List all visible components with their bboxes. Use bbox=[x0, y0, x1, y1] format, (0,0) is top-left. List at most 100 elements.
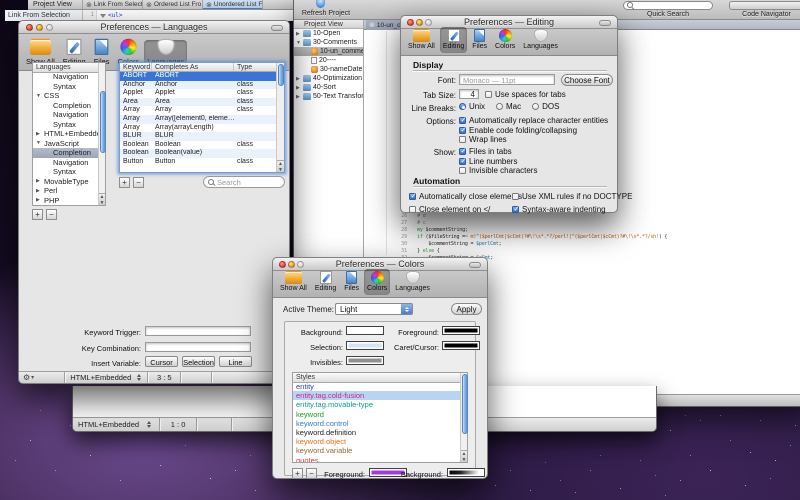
file-tab[interactable]: ⊗ Ordered List Fro… bbox=[143, 0, 203, 9]
table-row[interactable]: Area Area class bbox=[120, 98, 276, 107]
file-tab[interactable]: ⊗ Unordered List F… bbox=[203, 0, 263, 9]
zoom-button[interactable] bbox=[46, 24, 53, 31]
add-keyword-button[interactable]: + bbox=[119, 177, 130, 188]
tree-item[interactable]: ▶ 40-Optimization bbox=[294, 74, 363, 83]
disclosure-triangle-icon[interactable]: ▶ bbox=[36, 197, 42, 203]
toolbar-toggle-button[interactable] bbox=[599, 20, 611, 26]
close-tab-icon[interactable]: ⊗ bbox=[86, 1, 92, 9]
language-item[interactable]: ▼ JavaScript bbox=[33, 139, 98, 149]
minimize-button[interactable] bbox=[288, 261, 295, 268]
table-row[interactable]: Array Array class bbox=[120, 106, 276, 115]
preferences-toolbar-item[interactable]: Show All bbox=[277, 270, 310, 295]
minimize-button[interactable] bbox=[416, 19, 423, 26]
language-item[interactable]: Completion bbox=[33, 101, 98, 111]
radio-button[interactable] bbox=[532, 103, 539, 110]
font-field[interactable]: Monaco — 11pt bbox=[459, 74, 555, 85]
radio-button[interactable] bbox=[496, 103, 503, 110]
checkbox-row[interactable]: Close element on </ bbox=[409, 203, 512, 216]
checkbox[interactable] bbox=[409, 206, 416, 213]
table-row[interactable]: Button Button class bbox=[120, 158, 276, 167]
preferences-toolbar-item[interactable]: Colors bbox=[364, 269, 390, 295]
scrollbar[interactable]: ▲▼ bbox=[276, 63, 284, 172]
checkbox[interactable] bbox=[459, 136, 466, 143]
apply-button[interactable]: Apply bbox=[451, 303, 482, 315]
remove-language-button[interactable]: − bbox=[46, 209, 57, 220]
close-tab-icon[interactable]: ⊗ bbox=[369, 21, 375, 29]
table-row[interactable]: ABORT ABORT bbox=[120, 72, 276, 81]
language-item[interactable]: Navigation bbox=[33, 158, 98, 168]
language-item[interactable]: ▶ PHP bbox=[33, 196, 98, 206]
column-header[interactable]: Type bbox=[234, 63, 278, 71]
checkbox-row[interactable]: Syntax-aware indenting bbox=[512, 203, 615, 216]
language-item[interactable]: ▶ Perl bbox=[33, 186, 98, 196]
preferences-toolbar-item[interactable]: Languages bbox=[392, 269, 433, 295]
column-header[interactable]: Keyword bbox=[120, 63, 152, 71]
background-color-well[interactable] bbox=[346, 326, 384, 335]
radio-row[interactable]: Mac bbox=[496, 102, 521, 111]
checkbox-row[interactable]: Invisible characters bbox=[459, 166, 537, 176]
scrollbar-arrows[interactable]: ▲▼ bbox=[461, 450, 467, 462]
tab-size-input[interactable]: 4 bbox=[459, 89, 479, 99]
table-row[interactable]: Applet Applet class bbox=[120, 89, 276, 98]
tree-item[interactable]: ▶ 50-Text Transform… bbox=[294, 92, 363, 101]
scrollbar-arrows[interactable]: ▲▼ bbox=[277, 160, 284, 172]
preferences-toolbar-item[interactable]: Languages bbox=[520, 27, 561, 53]
style-item[interactable]: keyword.definition bbox=[293, 428, 460, 437]
close-button[interactable] bbox=[407, 19, 414, 26]
table-row[interactable]: Array Array([element0, eleme… bbox=[120, 115, 276, 124]
file-tab[interactable]: ⊗ Link From Selection bbox=[83, 0, 143, 9]
close-button[interactable] bbox=[26, 24, 33, 31]
style-item[interactable]: entity bbox=[293, 382, 460, 391]
checkbox[interactable] bbox=[459, 127, 466, 134]
quick-search-input[interactable] bbox=[623, 1, 713, 10]
checkbox[interactable] bbox=[512, 206, 519, 213]
radio-button[interactable] bbox=[459, 103, 466, 110]
use-spaces-checkbox-row[interactable]: Use spaces for tabs bbox=[485, 90, 566, 99]
checkbox[interactable] bbox=[512, 193, 519, 200]
minimize-button[interactable] bbox=[36, 24, 43, 31]
preferences-toolbar-item[interactable]: Files bbox=[469, 27, 490, 53]
language-mode[interactable]: HTML+Embedded bbox=[70, 373, 131, 382]
disclosure-triangle-icon[interactable]: ▼ bbox=[296, 40, 301, 46]
disclosure-triangle-icon[interactable]: ▶ bbox=[296, 94, 301, 100]
table-row[interactable]: BLUR BLUR bbox=[120, 132, 276, 141]
scrollbar-thumb[interactable] bbox=[278, 64, 284, 86]
popup-arrows-icon[interactable] bbox=[137, 374, 141, 381]
key-combination-input[interactable] bbox=[145, 342, 251, 352]
tree-item[interactable]: ▶ 40-Sort bbox=[294, 83, 363, 92]
style-item[interactable]: entity.tag.cold-fusion bbox=[293, 391, 460, 400]
language-item[interactable]: Completion bbox=[33, 148, 98, 158]
language-item[interactable]: ▼ CSS bbox=[33, 91, 98, 101]
preferences-toolbar-item[interactable]: Files bbox=[341, 269, 362, 295]
gear-dropdown-arrow-icon[interactable]: ▾ bbox=[31, 374, 34, 381]
scrollbar[interactable]: ▲▼ bbox=[98, 63, 105, 205]
toolbar-toggle-button[interactable] bbox=[469, 262, 481, 268]
choose-font-button[interactable]: Choose Font bbox=[561, 74, 613, 86]
remove-keyword-button[interactable]: − bbox=[133, 177, 144, 188]
preferences-toolbar-item[interactable]: Colors bbox=[492, 27, 518, 53]
scrollbar-thumb[interactable] bbox=[100, 91, 106, 153]
language-item[interactable]: Syntax bbox=[33, 167, 98, 177]
checkbox-row[interactable]: Use XML rules if no DOCTYPE bbox=[512, 190, 615, 203]
disclosure-triangle-icon[interactable]: ▼ bbox=[36, 93, 42, 99]
checkbox-row[interactable]: Files in tabs bbox=[459, 147, 537, 157]
disclosure-triangle-icon[interactable]: ▼ bbox=[36, 140, 42, 146]
disclosure-triangle-icon[interactable]: ▶ bbox=[36, 131, 42, 137]
close-tab-icon[interactable]: ⊗ bbox=[206, 1, 212, 9]
fold-arrow-icon[interactable] bbox=[100, 14, 106, 18]
style-item[interactable]: keyword bbox=[293, 410, 460, 419]
scrollbar[interactable]: ▲▼ bbox=[460, 373, 467, 462]
tree-item[interactable]: 10-un_comment… bbox=[294, 47, 363, 56]
insert-variable-button[interactable]: Line bbox=[219, 356, 252, 367]
code-navigator-button[interactable] bbox=[729, 1, 800, 10]
zoom-button[interactable] bbox=[297, 261, 304, 268]
style-background-well[interactable] bbox=[447, 468, 485, 477]
style-item[interactable]: keyword.variable bbox=[293, 446, 460, 455]
refresh-project-icon[interactable] bbox=[316, 0, 325, 8]
invisibles-color-well[interactable] bbox=[346, 356, 384, 365]
disclosure-triangle-icon[interactable]: ▶ bbox=[36, 178, 42, 184]
disclosure-triangle-icon[interactable]: ▶ bbox=[36, 188, 42, 194]
disclosure-triangle-icon[interactable]: ▶ bbox=[296, 85, 301, 91]
table-row[interactable]: Boolean Boolean class bbox=[120, 141, 276, 150]
add-style-button[interactable]: + bbox=[292, 468, 303, 479]
